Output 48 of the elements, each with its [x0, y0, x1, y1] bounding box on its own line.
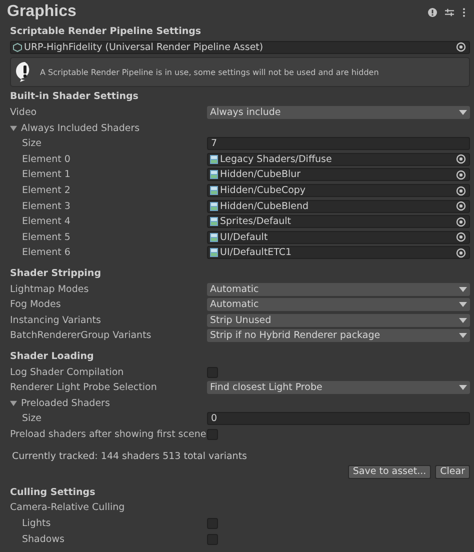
object-field[interactable]: URP-HighFidelity (Universal Render Pipeline Asset) — [10, 40, 470, 54]
input-field[interactable]: 7 — [207, 137, 470, 150]
action-button[interactable]: Clear — [435, 464, 470, 479]
section-header: Shader Loading — [10, 350, 94, 362]
section-header: Built-in Shader Settings — [10, 91, 138, 102]
dropdown[interactable]: Automatic — [207, 298, 470, 312]
foldout[interactable]: Preloaded Shaders — [10, 398, 110, 409]
field-label: Video — [10, 107, 38, 118]
object-field[interactable]: UI/DefaultETC1 — [207, 246, 470, 260]
foldout[interactable]: Always Included Shaders — [10, 122, 140, 134]
dropdown[interactable]: Always include — [207, 106, 470, 120]
field-label: Element 5 — [22, 232, 72, 243]
input-field[interactable]: 0 — [207, 412, 470, 426]
field-label: Preload shaders after showing first scene — [10, 428, 207, 440]
field-label: Size — [22, 138, 43, 150]
dropdown[interactable]: Find closest Light Probe — [207, 381, 470, 394]
section-header: Culling Settings — [10, 486, 96, 498]
field-label: Element 3 — [22, 200, 72, 212]
field-label: Shadows — [22, 534, 66, 545]
field-label: Size — [22, 413, 43, 424]
field-label: Instancing Variants — [10, 314, 102, 326]
dropdown[interactable]: Strip Unused — [207, 314, 470, 327]
group-label: Camera-Relative Culling — [10, 502, 126, 514]
field-label: Element 4 — [22, 216, 72, 228]
field-label: Renderer Light Probe Selection — [10, 382, 158, 394]
object-field[interactable]: UI/Default — [207, 230, 470, 244]
help-text: A Scriptable Render Pipeline is in use, some settings will not be used and are hidden — [40, 68, 379, 77]
field-label: Fog Modes — [10, 299, 62, 310]
object-field[interactable]: Legacy Shaders/Diffuse — [207, 152, 470, 166]
field-label: Log Shader Compilation — [10, 366, 125, 378]
dropdown[interactable]: Strip if no Hybrid Renderer package — [207, 329, 470, 342]
object-field[interactable]: Hidden/CubeCopy — [207, 184, 470, 198]
section-header: Scriptable Render Pipeline Settings — [10, 26, 202, 38]
window-title: Graphics — [7, 3, 76, 21]
dropdown[interactable]: Automatic — [207, 282, 470, 296]
object-field[interactable]: Hidden/CubeBlend — [207, 200, 470, 213]
field-label: Element 6 — [22, 247, 72, 258]
field-label: Element 2 — [22, 185, 72, 196]
field-label: BatchRendererGroup Variants — [10, 330, 152, 342]
object-field[interactable]: Sprites/Default — [207, 215, 470, 228]
field-label: Element 0 — [22, 154, 72, 165]
object-field[interactable]: Hidden/CubeBlur — [207, 168, 470, 182]
section-header: Shader Stripping — [10, 268, 101, 280]
field-label: Lightmap Modes — [10, 284, 90, 295]
field-label: Element 1 — [22, 169, 72, 180]
status-text: Currently tracked: 144 shaders 513 total variants — [11, 450, 248, 464]
field-label: Lights — [22, 518, 52, 529]
action-button[interactable]: Save to asset... — [348, 464, 432, 479]
